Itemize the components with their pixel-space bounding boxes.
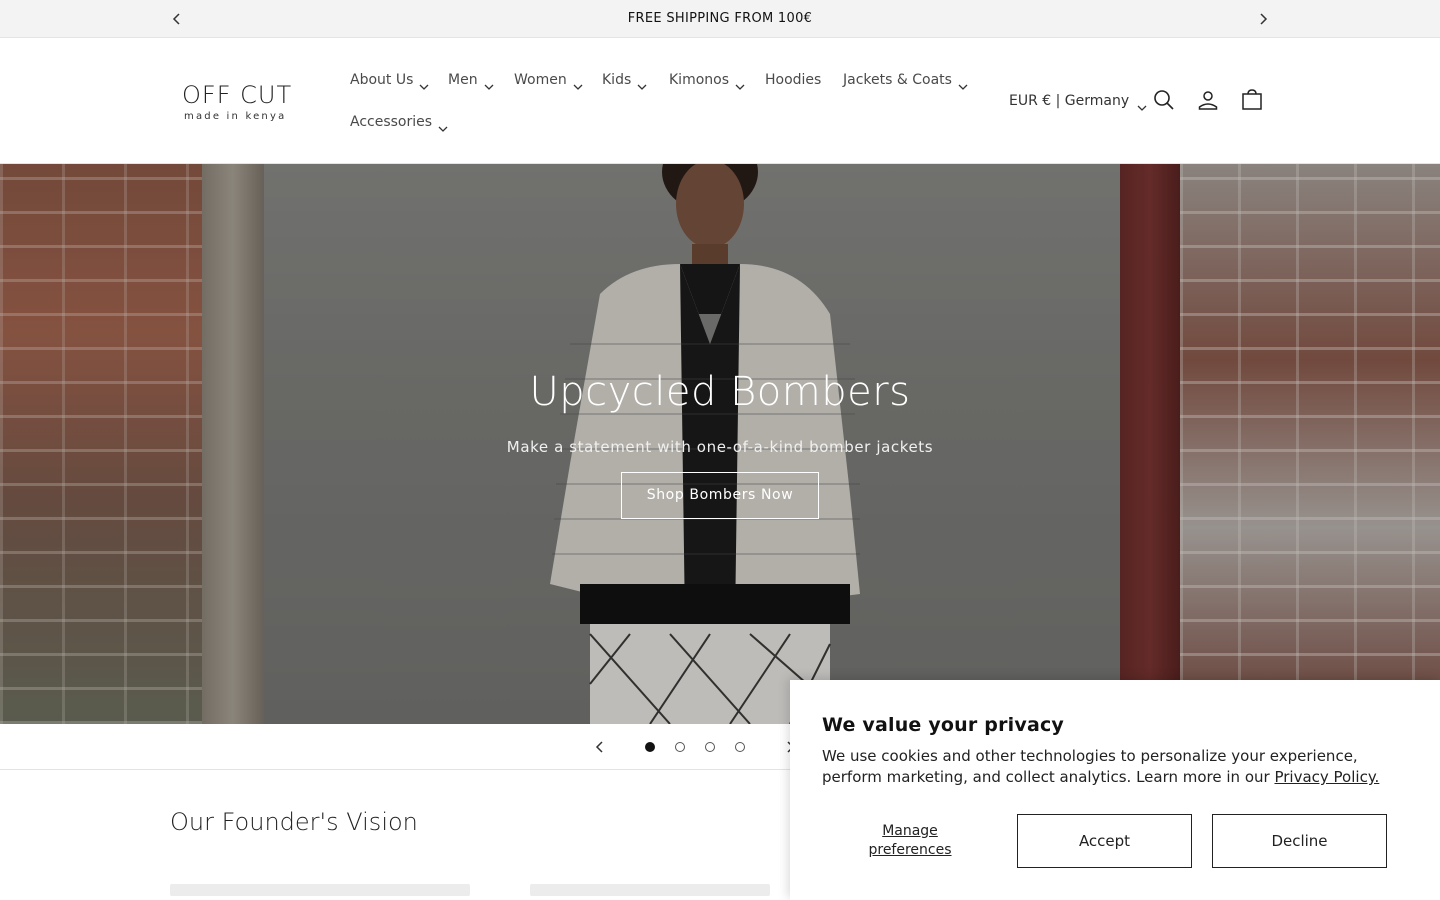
site-logo[interactable]: OFF CUT made in kenya [182, 81, 302, 123]
nav-about-us[interactable]: About Us [350, 65, 429, 95]
search-icon[interactable] [1152, 88, 1176, 112]
cookie-description: We use cookies and other technologies to… [822, 746, 1412, 788]
faded-text-placeholder [170, 884, 470, 896]
nav-label: Kimonos [669, 72, 730, 88]
privacy-policy-link[interactable]: Privacy Policy. [1274, 768, 1379, 786]
logo-wordmark: OFF CUT [182, 81, 293, 109]
nav-label: Kids [602, 72, 632, 88]
chevron-down-icon [637, 73, 647, 90]
decline-button[interactable]: Decline [1212, 814, 1387, 868]
announcement-bar: FREE SHIPPING FROM 100€ [0, 0, 1440, 38]
nav-label: About Us [350, 72, 414, 88]
slide-dot-2[interactable] [675, 742, 685, 752]
nav-label: Jackets & Coats [843, 72, 952, 88]
logo-tagline: made in kenya [184, 111, 287, 122]
site-header: OFF CUT made in kenya About Us Men Women… [0, 39, 1440, 164]
chevron-down-icon [958, 73, 968, 90]
chevron-down-icon [1137, 94, 1147, 111]
cookie-consent-banner: We value your privacy We use cookies and… [790, 680, 1440, 900]
account-icon[interactable] [1196, 88, 1220, 112]
shop-bombers-button[interactable]: Shop Bombers Now [621, 472, 819, 519]
chevron-down-icon [573, 73, 583, 90]
faded-text-placeholder [530, 884, 770, 896]
nav-hoodies[interactable]: Hoodies [765, 65, 821, 95]
nav-label: Accessories [350, 114, 433, 130]
slide-prev-arrow-icon[interactable] [590, 737, 610, 757]
slide-dot-3[interactable] [705, 742, 715, 752]
cookie-title: We value your privacy [822, 714, 1065, 736]
nav-men[interactable]: Men [448, 65, 494, 95]
nav-kids[interactable]: Kids [602, 65, 647, 95]
nav-women[interactable]: Women [514, 65, 583, 95]
hero-title: Upcycled Bombers [529, 369, 911, 415]
announcement-text: FREE SHIPPING FROM 100€ [627, 11, 813, 26]
nav-label: Men [448, 72, 478, 88]
nav-label: Women [514, 72, 567, 88]
hero-content: Upcycled Bombers Make a statement with o… [0, 364, 1440, 519]
chevron-down-icon [735, 73, 745, 90]
slide-dot-1[interactable] [645, 742, 655, 752]
manage-preferences-link[interactable]: Manage preferences [850, 822, 970, 860]
nav-label: Hoodies [765, 72, 822, 88]
nav-jackets-coats[interactable]: Jackets & Coats [843, 65, 968, 95]
hero-slideshow: Upcycled Bombers Make a statement with o… [0, 164, 1440, 724]
slide-dot-4[interactable] [735, 742, 745, 752]
founder-section-title: Our Founder's Vision [170, 808, 418, 836]
chevron-down-icon [438, 115, 448, 132]
hero-subtitle: Make a statement with one-of-a-kind bomb… [506, 438, 934, 456]
nav-kimonos[interactable]: Kimonos [669, 65, 745, 95]
chevron-down-icon [419, 73, 429, 90]
cart-icon[interactable] [1240, 88, 1264, 112]
chevron-down-icon [484, 73, 494, 90]
locale-label: EUR € | Germany [1009, 93, 1130, 109]
accept-button[interactable]: Accept [1017, 814, 1192, 868]
nav-accessories[interactable]: Accessories [350, 107, 448, 137]
currency-country-selector[interactable]: EUR € | Germany [1009, 86, 1147, 116]
announcement-next-arrow-icon[interactable] [1253, 9, 1273, 29]
